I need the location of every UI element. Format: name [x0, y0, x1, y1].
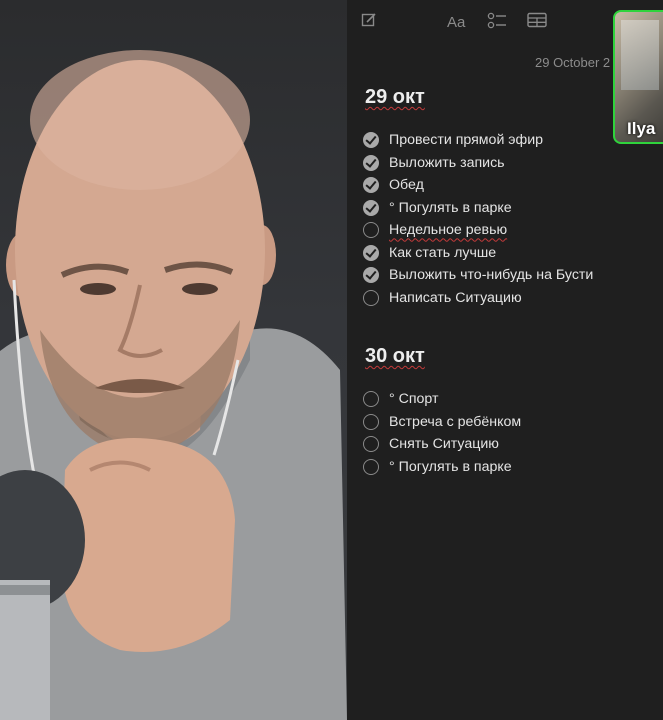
list-item[interactable]: Выложить что-нибудь на Бусти: [363, 264, 593, 287]
list-item-label: Как стать лучше: [389, 244, 497, 261]
checkbox-checked[interactable]: [363, 267, 379, 284]
participant-name: Ilya: [627, 119, 656, 138]
webcam-person-illustration: [0, 50, 347, 720]
list-item[interactable]: Обед: [363, 174, 593, 197]
webcam-video-feed: [0, 0, 347, 720]
list-item-label: Встреча с ребёнком: [389, 413, 522, 430]
checkbox-checked[interactable]: [363, 132, 379, 149]
list-item-label: Выложить запись: [389, 154, 505, 171]
table-icon[interactable]: [527, 12, 547, 33]
checklist-29-okt: Провести прямой эфир Выложить запись Обе…: [363, 129, 593, 309]
participant-video-window: [621, 20, 659, 90]
checklist-icon[interactable]: [487, 12, 507, 35]
list-item-label: ° Погулять в парке: [389, 199, 512, 216]
list-item[interactable]: Встреча с ребёнком: [363, 411, 521, 434]
list-item[interactable]: Написать Ситуацию: [363, 287, 593, 310]
checkbox-checked[interactable]: [363, 154, 379, 171]
list-item-label: Обед: [389, 177, 424, 194]
list-item[interactable]: ° Спорт: [363, 388, 521, 411]
list-item[interactable]: Недельное ревью: [363, 219, 593, 242]
list-item-label: Написать Ситуацию: [389, 289, 522, 306]
list-item-label: Выложить что-нибудь на Бусти: [389, 267, 594, 284]
checkbox-unchecked[interactable]: [363, 436, 379, 453]
checkbox-unchecked[interactable]: [363, 289, 379, 306]
checkbox-checked[interactable]: [363, 177, 379, 194]
list-item[interactable]: Как стать лучше: [363, 242, 593, 265]
checkbox-unchecked[interactable]: [363, 458, 379, 475]
list-item-label: Снять Ситуацию: [389, 436, 499, 453]
note-date: 29 October 2: [535, 55, 611, 70]
checkbox-checked[interactable]: [363, 199, 379, 216]
list-item-label[interactable]: ° Спорт: [389, 391, 439, 407]
list-item[interactable]: ° Погулять в парке: [363, 456, 521, 479]
format-button[interactable]: Aa: [447, 14, 465, 31]
section-heading-30-okt: 30 окт: [365, 345, 425, 367]
compose-icon[interactable]: [361, 12, 377, 33]
participant-thumbnail[interactable]: Ilya: [613, 10, 663, 144]
checkbox-checked[interactable]: [363, 244, 379, 261]
checkbox-unchecked[interactable]: [363, 391, 379, 408]
list-item[interactable]: Провести прямой эфир: [363, 129, 593, 152]
list-item[interactable]: Выложить запись: [363, 152, 593, 175]
list-item-label: ° Погулять в парке: [389, 458, 512, 475]
list-item-label: Провести прямой эфир: [389, 132, 544, 149]
checkbox-unchecked[interactable]: [363, 413, 379, 430]
section-heading-29-okt: 29 окт: [365, 86, 425, 108]
list-item-label: Недельное ревью: [389, 222, 508, 239]
checklist-30-okt: ° Спорт Встреча с ребёнком Снять Ситуаци…: [363, 388, 521, 478]
list-item[interactable]: Снять Ситуацию: [363, 433, 521, 456]
checkbox-unchecked[interactable]: [363, 222, 379, 239]
list-item[interactable]: ° Погулять в парке: [363, 197, 593, 220]
